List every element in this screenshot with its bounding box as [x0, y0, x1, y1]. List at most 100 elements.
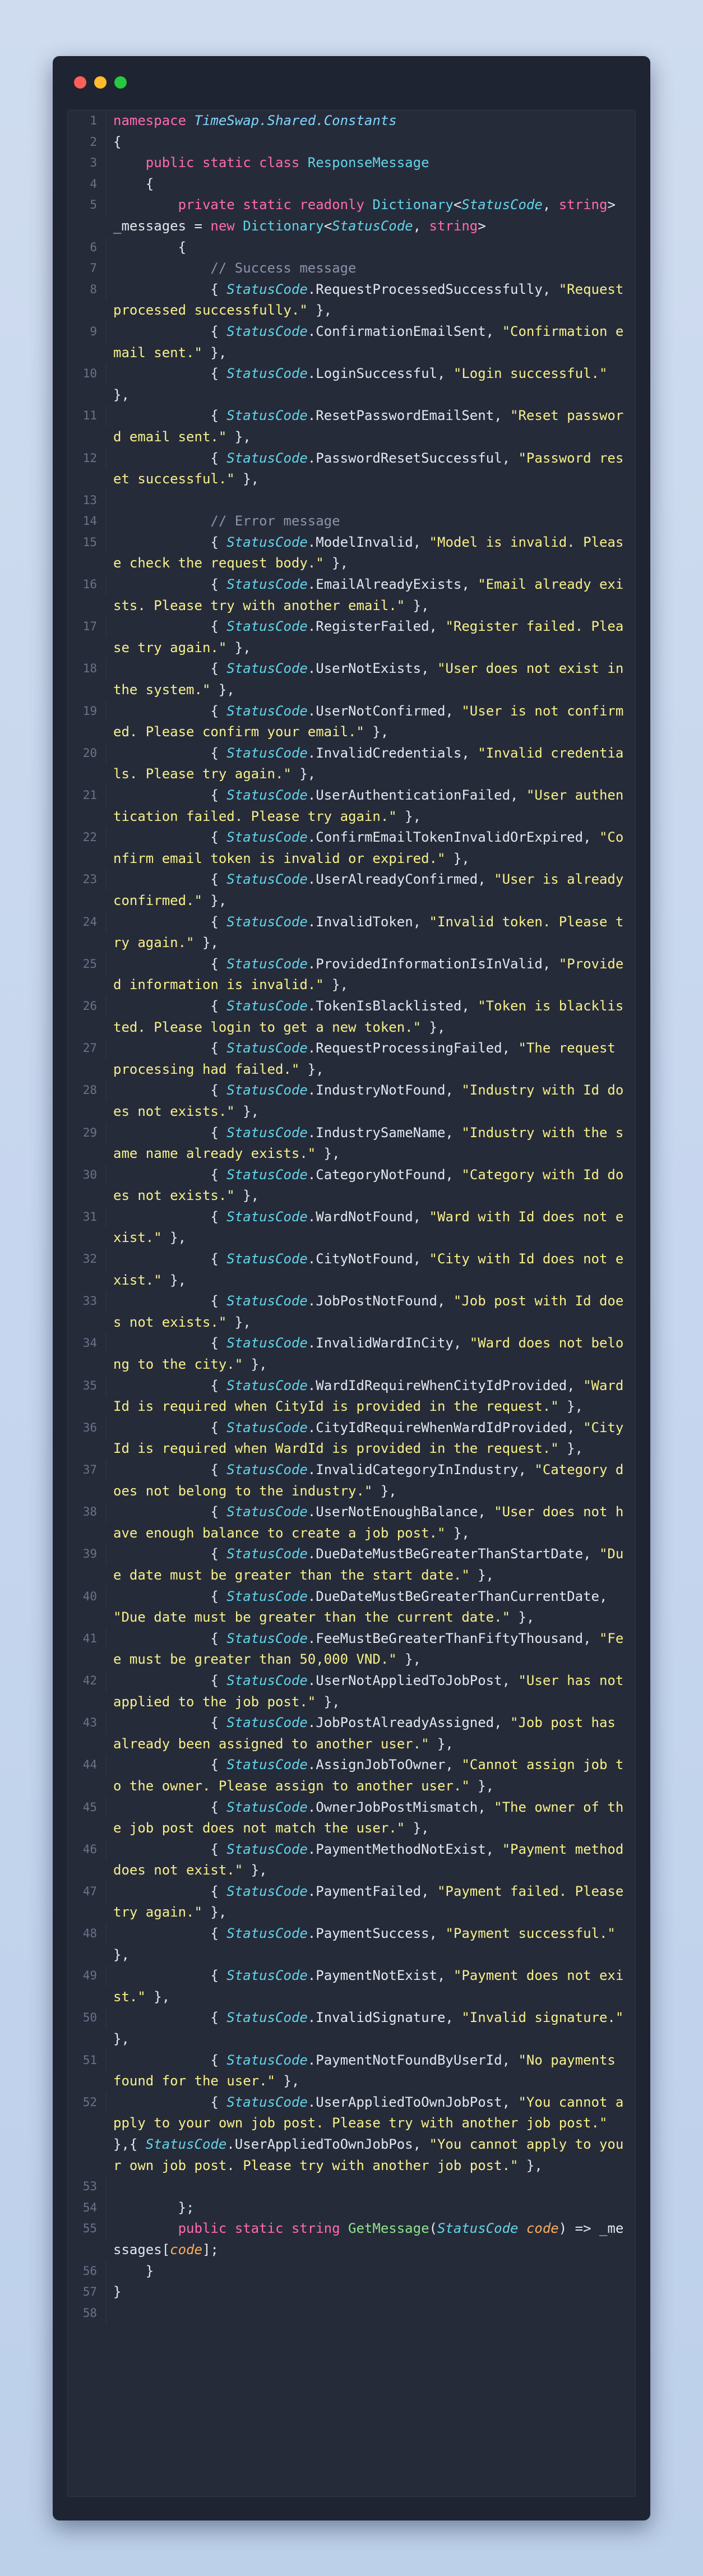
- code-line: 45 { StatusCode.OwnerJobPostMismatch, "T…: [68, 1797, 635, 1839]
- code-token: },: [161, 1272, 187, 1288]
- line-number: 39: [68, 1544, 107, 1565]
- code-token: .CategoryNotFound,: [307, 1166, 462, 1183]
- line-number: 47: [68, 1881, 107, 1903]
- line-number: 23: [68, 869, 107, 890]
- code-line: 27 { StatusCode.RequestProcessingFailed,…: [68, 1038, 635, 1080]
- code-token: TimeSwap.Shared.Constants: [194, 113, 397, 128]
- code-token: },: [316, 1146, 340, 1162]
- line-number: 8: [68, 279, 107, 301]
- code-text: { StatusCode.RequestProcessedSuccessfull…: [107, 279, 635, 321]
- code-token: StatusCode: [226, 534, 308, 550]
- code-line: 47 { StatusCode.PaymentFailed, "Payment …: [68, 1881, 635, 1923]
- code-token: .DueDateMustBeGreaterThanStartDate,: [307, 1546, 599, 1562]
- code-token: .PaymentFailed,: [307, 1883, 437, 1899]
- code-token: },: [469, 1567, 494, 1583]
- code-text: { StatusCode.AssignJobToOwner, "Cannot a…: [107, 1755, 635, 1797]
- line-number: 20: [68, 742, 107, 764]
- code-token: .ConfirmationEmailSent,: [307, 323, 502, 339]
- code-line: 57}: [68, 2282, 635, 2303]
- maximize-window-button[interactable]: [114, 76, 127, 89]
- line-number: 15: [68, 532, 107, 553]
- code-token: public static string: [178, 2220, 349, 2237]
- code-token: StatusCode: [226, 576, 308, 593]
- code-token: StatusCode: [226, 998, 308, 1014]
- code-token: .UserNotConfirmed,: [307, 703, 462, 719]
- code-token: {: [113, 1672, 227, 1688]
- code-token: .EmailAlreadyExists,: [307, 576, 478, 593]
- code-token: },: [226, 428, 251, 445]
- line-number: 1: [68, 110, 107, 132]
- code-token: },: [226, 1314, 251, 1330]
- code-token: },: [243, 1862, 267, 1878]
- code-text: { StatusCode.InvalidSignature, "Invalid …: [107, 2007, 635, 2049]
- code-token: private static readonly: [178, 197, 373, 213]
- code-line: 5 private static readonly Dictionary<Sta…: [68, 195, 635, 237]
- code-line: 35 { StatusCode.WardIdRequireWhenCityIdP…: [68, 1375, 635, 1418]
- code-token: .DueDateMustBeGreaterThanCurrentDate,: [307, 1588, 616, 1604]
- code-token: {: [113, 239, 187, 255]
- code-token: ,: [542, 197, 559, 213]
- code-token: .ModelInvalid,: [307, 534, 429, 550]
- code-token: StatusCode: [226, 1504, 308, 1520]
- minimize-window-button[interactable]: [94, 76, 107, 89]
- line-number: 46: [68, 1839, 107, 1861]
- line-number: 27: [68, 1038, 107, 1059]
- code-token: {: [113, 1799, 227, 1815]
- code-token: StatusCode: [226, 2052, 308, 2068]
- code-token: .JobPostNotFound,: [307, 1293, 454, 1309]
- code-text: { StatusCode.ProvidedInformationIsInVali…: [107, 954, 635, 996]
- code-text: { StatusCode.CityNotFound, "City with Id…: [107, 1249, 635, 1291]
- code-text: { StatusCode.UserNotConfirmed, "User is …: [107, 701, 635, 743]
- line-number: 48: [68, 1923, 107, 1945]
- code-line: 12 { StatusCode.PasswordResetSuccessful,…: [68, 447, 635, 490]
- code-token: .UserNotAppliedToJobPost,: [307, 1672, 519, 1688]
- code-text: { StatusCode.UserNotExists, "User does n…: [107, 658, 635, 700]
- code-token: };: [113, 2199, 195, 2215]
- code-text: { StatusCode.UserAlreadyConfirmed, "User…: [107, 869, 635, 911]
- code-token: StatusCode: [226, 955, 308, 972]
- code-token: {: [113, 281, 227, 297]
- code-token: },: [194, 935, 219, 951]
- line-number: 32: [68, 1249, 107, 1270]
- code-token: ,: [413, 218, 429, 234]
- code-token: {: [113, 450, 227, 466]
- code-token: {: [113, 1715, 227, 1731]
- code-token: .IndustryNotFound,: [307, 1082, 462, 1098]
- code-token: {: [113, 534, 227, 550]
- code-token: StatusCode: [332, 218, 413, 234]
- code-line: 56 }: [68, 2260, 635, 2282]
- code-token: {: [113, 829, 227, 846]
- code-token: {: [113, 1841, 227, 1857]
- code-token: },: [161, 1230, 187, 1246]
- code-token: },: [405, 597, 429, 613]
- code-token: {: [113, 913, 227, 930]
- code-token: {: [113, 1040, 227, 1056]
- code-line: 34 { StatusCode.InvalidWardInCity, "Ward…: [68, 1333, 635, 1375]
- code-token: Dictionary: [372, 197, 454, 213]
- code-token: },: [243, 1356, 267, 1373]
- close-window-button[interactable]: [74, 76, 86, 89]
- code-line: 10 { StatusCode.LoginSuccessful, "Login …: [68, 363, 635, 405]
- code-line: 9 { StatusCode.ConfirmationEmailSent, "C…: [68, 321, 635, 363]
- line-number: 6: [68, 237, 107, 258]
- code-token: GetMessage: [348, 2220, 429, 2237]
- code-line: 58: [68, 2302, 635, 2324]
- code-token: },: [234, 1103, 260, 1119]
- code-text: {: [107, 237, 635, 258]
- code-line: 39 { StatusCode.DueDateMustBeGreaterThan…: [68, 1544, 635, 1586]
- code-editor[interactable]: 1 namespace TimeSwap.Shared.Constants 2{3 …: [67, 110, 636, 2497]
- code-token: namespace: [113, 113, 195, 128]
- code-token: StatusCode: [226, 1335, 308, 1351]
- code-text: };: [107, 2198, 635, 2219]
- code-token: {: [113, 998, 227, 1014]
- code-line: 26 { StatusCode.TokenIsBlacklisted, "Tok…: [68, 995, 635, 1038]
- code-line: 31 { StatusCode.WardNotFound, "Ward with…: [68, 1206, 635, 1249]
- code-token: StatusCode: [226, 1926, 308, 1942]
- line-number: 54: [68, 2197, 107, 2219]
- code-text: { StatusCode.PaymentNotFoundByUserId, "N…: [107, 2050, 635, 2092]
- code-token: {: [113, 1757, 227, 1773]
- code-token: {: [113, 1504, 227, 1520]
